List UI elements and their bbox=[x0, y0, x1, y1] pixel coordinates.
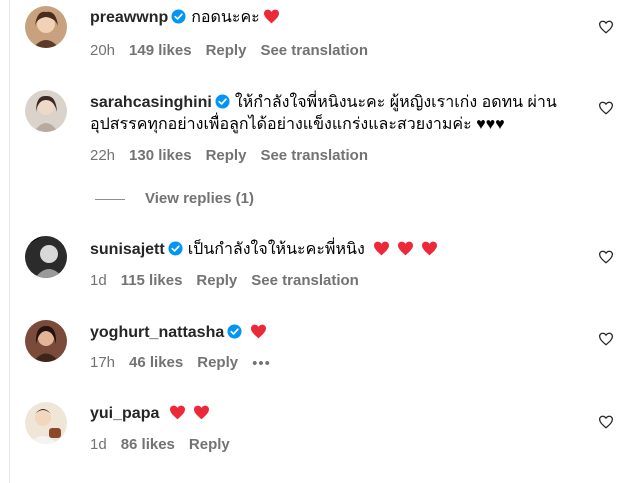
avatar[interactable] bbox=[25, 320, 67, 362]
red-heart-emoji-icon bbox=[250, 324, 267, 339]
username[interactable]: sarahcasinghini bbox=[90, 94, 212, 111]
comment-item: sunisajett เป็นกำลังใจให้นะคะพี่หนิง 1d 11… bbox=[25, 236, 630, 296]
like-heart-icon[interactable] bbox=[598, 20, 614, 34]
timestamp[interactable]: 17h bbox=[90, 354, 115, 371]
reply-button[interactable]: Reply bbox=[189, 436, 230, 453]
likes-count[interactable]: 149 likes bbox=[129, 42, 192, 59]
likes-count[interactable]: 115 likes bbox=[121, 272, 183, 289]
comment-text-line-2: อุปสรรคทุกอย่างเพื่อลูกได้อย่างแข็งแกร่ง… bbox=[90, 116, 505, 133]
view-replies-button[interactable]: View replies (1) bbox=[95, 190, 254, 207]
comment-line: sarahcasinghini ให้กำลังใจพี่หนิงนะคะ ผู้… bbox=[90, 92, 557, 114]
timestamp[interactable]: 22h bbox=[90, 147, 115, 164]
red-heart-emoji-icon bbox=[373, 241, 390, 256]
comment-meta: 22h 130 likes Reply See translation bbox=[90, 147, 382, 164]
verified-badge-icon bbox=[168, 241, 183, 256]
comment-meta: 1d 115 likes Reply See translation bbox=[90, 272, 373, 289]
avatar[interactable] bbox=[25, 90, 67, 132]
see-translation-link[interactable]: See translation bbox=[260, 147, 368, 164]
comment-line: sunisajett เป็นกำลังใจให้นะคะพี่หนิง bbox=[90, 239, 438, 261]
comment-line: อุปสรรคทุกอย่างเพื่อลูกได้อย่างแข็งแกร่ง… bbox=[90, 114, 505, 136]
reply-button[interactable]: Reply bbox=[197, 354, 238, 371]
likes-count[interactable]: 130 likes bbox=[129, 147, 192, 164]
divider bbox=[95, 198, 125, 200]
red-heart-emoji-icon bbox=[263, 9, 280, 24]
comment-meta: 1d 86 likes Reply bbox=[90, 436, 244, 453]
timestamp[interactable]: 20h bbox=[90, 42, 115, 59]
reply-button[interactable]: Reply bbox=[206, 147, 247, 164]
like-heart-icon[interactable] bbox=[598, 415, 614, 429]
username[interactable]: sunisajett bbox=[90, 241, 165, 258]
comment-item: yui_papa 1d 86 likes Reply bbox=[25, 402, 630, 462]
comment-item: sarahcasinghini ให้กำลังใจพี่หนิงนะคะ ผู้… bbox=[25, 88, 630, 178]
username[interactable]: yoghurt_nattasha bbox=[90, 324, 224, 341]
comment-text-line-1: ให้กำลังใจพี่หนิงนะคะ ผู้หญิงเราเก่ง อดท… bbox=[234, 94, 557, 111]
timestamp[interactable]: 1d bbox=[90, 272, 107, 289]
like-heart-icon[interactable] bbox=[598, 332, 614, 346]
avatar[interactable] bbox=[25, 6, 67, 48]
verified-badge-icon bbox=[215, 94, 230, 109]
red-heart-emoji-icon bbox=[421, 241, 438, 256]
see-translation-link[interactable]: See translation bbox=[251, 272, 359, 289]
username[interactable]: yui_papa bbox=[90, 405, 159, 422]
comment-text: เป็นกำลังใจให้นะคะพี่หนิง bbox=[187, 241, 365, 258]
avatar[interactable] bbox=[25, 402, 67, 444]
comment-text: กอดนะคะ bbox=[191, 9, 260, 26]
comment-line: yui_papa bbox=[90, 403, 210, 425]
likes-count[interactable]: 86 likes bbox=[121, 436, 175, 453]
red-heart-emoji-icon bbox=[397, 241, 414, 256]
view-replies-label: View replies (1) bbox=[145, 190, 254, 207]
comment-line: preawwnp กอดนะคะ bbox=[90, 7, 280, 29]
verified-badge-icon bbox=[227, 324, 242, 339]
red-heart-emoji-icon bbox=[169, 405, 186, 420]
timestamp[interactable]: 1d bbox=[90, 436, 107, 453]
see-translation-link[interactable]: See translation bbox=[260, 42, 368, 59]
verified-badge-icon bbox=[171, 9, 186, 24]
left-border bbox=[9, 0, 10, 483]
username[interactable]: preawwnp bbox=[90, 9, 168, 26]
like-heart-icon[interactable] bbox=[598, 250, 614, 264]
comment-line: yoghurt_nattasha bbox=[90, 322, 267, 344]
comment-item: preawwnp กอดนะคะ 20h 149 likes Reply See tra… bbox=[25, 0, 630, 70]
comment-meta: 17h 46 likes Reply ••• bbox=[90, 354, 285, 372]
comment-meta: 20h 149 likes Reply See translation bbox=[90, 42, 382, 59]
like-heart-icon[interactable] bbox=[598, 101, 614, 115]
more-options-icon[interactable]: ••• bbox=[252, 355, 271, 372]
reply-button[interactable]: Reply bbox=[196, 272, 237, 289]
avatar[interactable] bbox=[25, 236, 67, 278]
reply-button[interactable]: Reply bbox=[206, 42, 247, 59]
comment-item: yoghurt_nattasha 17h 46 likes Reply ••• bbox=[25, 320, 630, 380]
red-heart-emoji-icon bbox=[193, 405, 210, 420]
likes-count[interactable]: 46 likes bbox=[129, 354, 183, 371]
